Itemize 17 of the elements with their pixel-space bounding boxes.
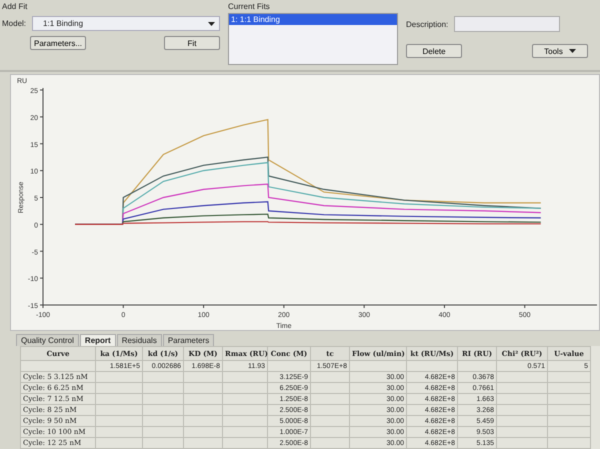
tab[interactable]: Report	[80, 334, 116, 346]
caret-icon	[208, 22, 215, 26]
field-label: Description:	[406, 20, 448, 28]
description-field[interactable]	[454, 16, 560, 32]
parameters-button[interactable]: Parameters...	[30, 36, 86, 50]
delete-button[interactable]: Delete	[406, 44, 462, 58]
caret-icon	[568, 49, 576, 53]
tools-button[interactable]: Tools	[532, 44, 588, 58]
tab[interactable]: Quality Control	[16, 334, 79, 346]
section-title: Current Fits	[228, 2, 271, 11]
list-item[interactable]: 1: 1:1 Binding	[229, 14, 397, 25]
model-dropdown[interactable]: 1:1 Binding	[32, 16, 220, 31]
field-label: Model:	[2, 19, 26, 28]
fit-button[interactable]: Fit	[164, 36, 220, 50]
section-title: Add Fit	[2, 2, 28, 11]
tab[interactable]: Parameters	[162, 334, 214, 346]
tab[interactable]: Residuals	[116, 334, 162, 346]
